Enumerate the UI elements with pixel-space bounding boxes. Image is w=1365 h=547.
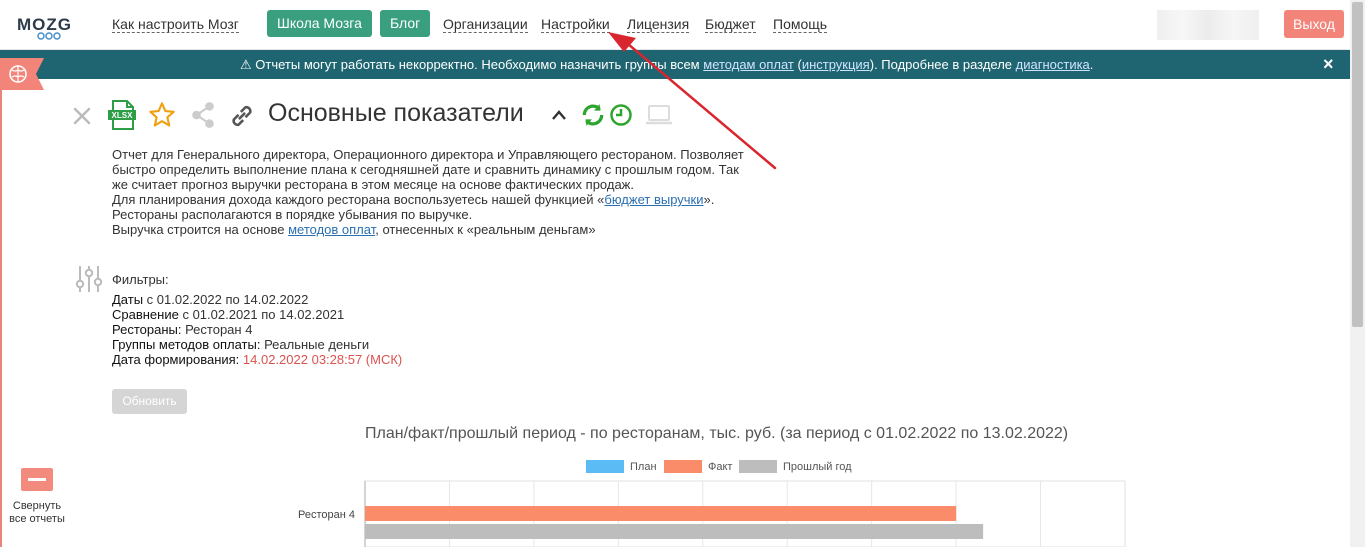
bar-fact	[365, 506, 957, 521]
nav-link-organizations[interactable]: Организации	[443, 16, 528, 33]
filters-sliders-icon[interactable]	[75, 264, 103, 294]
mozg-logo[interactable]: MOZG	[16, 10, 78, 40]
filter-dates: Даты с 01.02.2022 по 14.02.2022	[112, 292, 309, 307]
payment-methods-description-link[interactable]: методов оплат	[288, 222, 375, 237]
legend-label: Прошлый год	[783, 461, 852, 473]
filter-restaurants: Рестораны: Ресторан 4	[112, 322, 253, 337]
filter-payment-groups: Группы методов оплаты: Реальные деньги	[112, 337, 370, 352]
bar-last-year	[365, 524, 984, 539]
warning-icon: ⚠	[240, 57, 252, 72]
legend-label: Факт	[708, 461, 732, 473]
legend-swatch	[739, 460, 777, 473]
legend-label: План	[630, 461, 657, 473]
svg-text:XLSX: XLSX	[112, 111, 134, 120]
legend-swatch	[586, 460, 624, 473]
brain-ribbon-icon[interactable]	[0, 58, 44, 90]
close-banner-icon[interactable]: ×	[1323, 54, 1334, 75]
chevron-up-icon[interactable]	[551, 109, 567, 121]
share-icon[interactable]	[190, 101, 216, 129]
filters-title: Фильтры:	[112, 272, 169, 287]
filter-comparison: Сравнение с 01.02.2021 по 14.02.2021	[112, 307, 345, 322]
category-label: Ресторан 4	[298, 509, 355, 521]
filter-generated-at: Дата формирования: 14.02.2022 03:28:57 (…	[112, 352, 403, 367]
diagnostics-link[interactable]: диагностика	[1016, 57, 1090, 72]
nav-link-how-to-setup[interactable]: Как настроить Мозг	[112, 16, 239, 33]
logout-button[interactable]: Выход	[1284, 10, 1344, 38]
refresh-button[interactable]: Обновить	[112, 389, 187, 414]
revenue-budget-link[interactable]: бюджет выручки	[604, 192, 703, 207]
collapse-all-label[interactable]: Свернуть все отчеты	[6, 500, 68, 526]
close-icon[interactable]	[72, 106, 92, 126]
legend-swatch	[664, 460, 702, 473]
collapse-all-icon[interactable]	[21, 468, 53, 491]
star-icon[interactable]	[148, 101, 176, 129]
report-title: Основные показатели	[268, 99, 524, 127]
chart-title: План/факт/прошлый период - по ресторанам…	[365, 425, 1069, 442]
scrollbar-thumb[interactable]	[1352, 2, 1363, 327]
instruction-link[interactable]: инструкция	[802, 57, 870, 72]
xlsx-icon[interactable]: XLSX	[108, 100, 136, 130]
left-accent-line	[0, 90, 2, 547]
blog-button[interactable]: Блог	[380, 10, 431, 37]
annotation-arrow	[608, 32, 777, 170]
logo-text: MOZG	[17, 15, 72, 34]
link-icon[interactable]	[228, 102, 256, 130]
school-button[interactable]: Школа Мозга	[267, 10, 372, 37]
user-account[interactable]	[1157, 10, 1259, 40]
bar-chart: План Факт Прошлый год Ресторан 4	[298, 460, 1126, 547]
